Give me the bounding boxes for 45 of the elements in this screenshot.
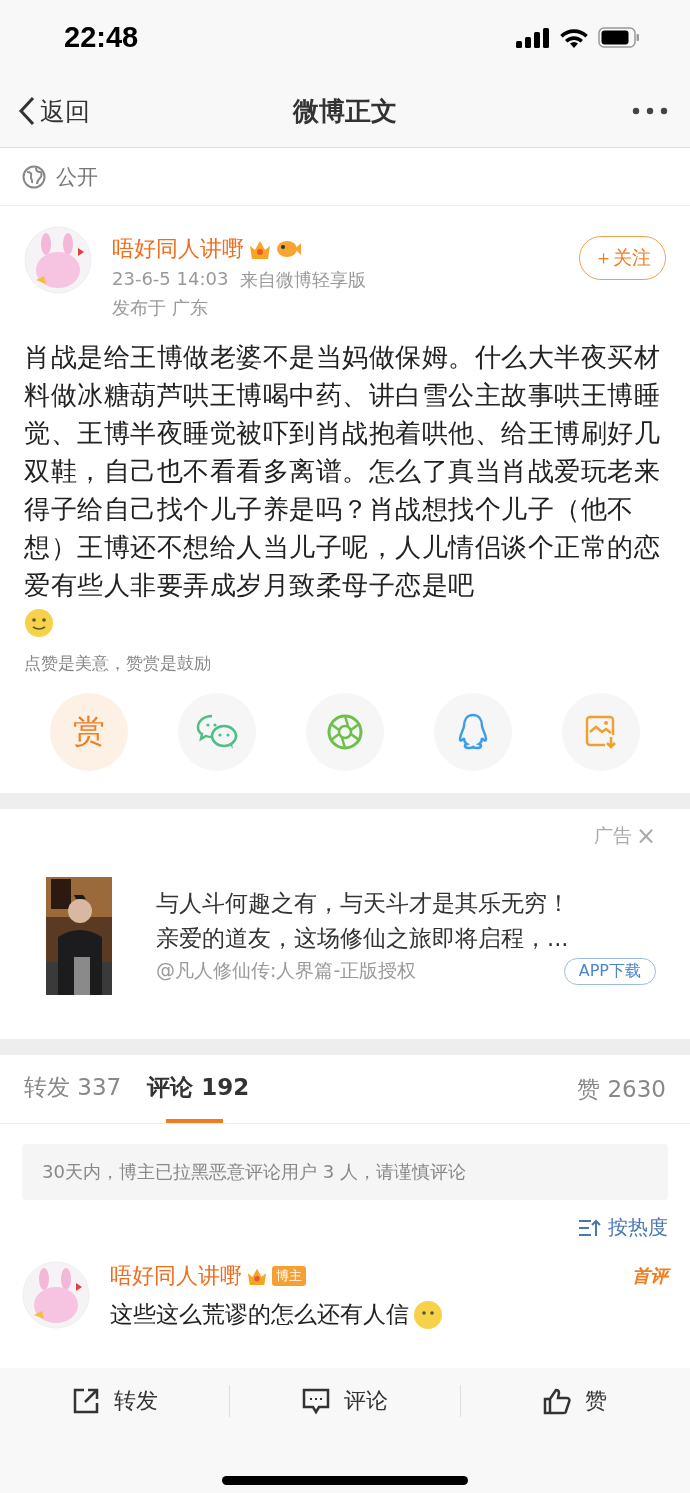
- tab[interactable]: 转发 337: [24, 1055, 122, 1123]
- post-location: 发布于 广东: [112, 296, 209, 320]
- ad-label: 广告: [593, 823, 632, 848]
- sort-button[interactable]: 按热度: [578, 1214, 668, 1241]
- comment-icon: [302, 1387, 330, 1415]
- like-button[interactable]: 赞: [460, 1386, 690, 1416]
- globe-icon: [22, 164, 46, 189]
- back-button[interactable]: 返回: [18, 94, 90, 128]
- post-text: 肖战是给王博做老婆不是当妈做保姆。什么大半夜买材料做冰糖葫芦哄王博喝中药、讲白雪公主故事哄王博睡觉、王博半夜睡觉被吓到肖战抱着哄他、给王博刷好几双鞋，自己也不看看多离谱。怎么了真当肖战爱玩老来得子给自己找个儿子养是吗？肖战想找个儿子（他不想）王博还不想给人当儿子呢，人儿情侣谈个正常的恋爱有些人非要弄成岁月致柔母子恋是吧: [24, 341, 661, 602]
- more-icon[interactable]: [632, 107, 668, 115]
- ad-source: @凡人修仙传:人界篇-正版授权: [156, 958, 417, 983]
- ad-headline[interactable]: 与人斗何趣之有，与天斗才是其乐无穷！: [156, 887, 656, 919]
- page-title: 微博正文: [293, 94, 397, 128]
- like-count[interactable]: 赞 2630: [577, 1073, 666, 1105]
- post-time: 23-6-5 14:03: [112, 268, 229, 291]
- save-image-icon: [585, 715, 617, 749]
- tab[interactable]: 评论 192: [147, 1055, 250, 1123]
- ad-description[interactable]: 亲爱的道友，这场修仙之旅即将启程，...: [156, 922, 656, 954]
- repost-button[interactable]: 转发: [0, 1386, 230, 1416]
- avatar-icon[interactable]: [24, 226, 92, 294]
- share-out-icon: [71, 1387, 100, 1415]
- signal-icon: [516, 27, 550, 48]
- reward-button[interactable]: 赏: [50, 693, 128, 771]
- sort-icon: [578, 1217, 602, 1238]
- wifi-icon: [560, 27, 588, 48]
- smile-emoji-icon: [24, 608, 54, 638]
- thumbs-up-icon: [543, 1387, 572, 1415]
- visibility-label: 公开: [56, 163, 98, 191]
- comment-author[interactable]: 唔好同人讲嘢: [110, 1261, 242, 1291]
- post-source: 来自微博轻享版: [240, 268, 367, 292]
- battery-icon: [598, 27, 640, 48]
- author-name[interactable]: 唔好同人讲嘢: [112, 234, 244, 264]
- status-time: 22:48: [64, 21, 139, 54]
- chat-bubbles-icon: [196, 714, 238, 750]
- comment-text: 这些这么荒谬的怎么还有人信: [110, 1300, 409, 1329]
- comment-button[interactable]: 评论: [230, 1386, 460, 1416]
- penguin-icon: [457, 713, 489, 751]
- avatar-icon[interactable]: [22, 1261, 90, 1329]
- reward-hint: 点赞是美意，赞赏是鼓励: [24, 652, 211, 675]
- author-badge: 博主: [272, 1266, 306, 1286]
- emoji-icon: [413, 1299, 443, 1330]
- comment-notice: 30天内，博主已拉黑恶意评论用户 3 人，请谨慎评论: [22, 1144, 668, 1200]
- aperture-icon: [327, 714, 363, 750]
- fish-icon: [276, 239, 302, 259]
- back-chevron-icon: [18, 96, 36, 126]
